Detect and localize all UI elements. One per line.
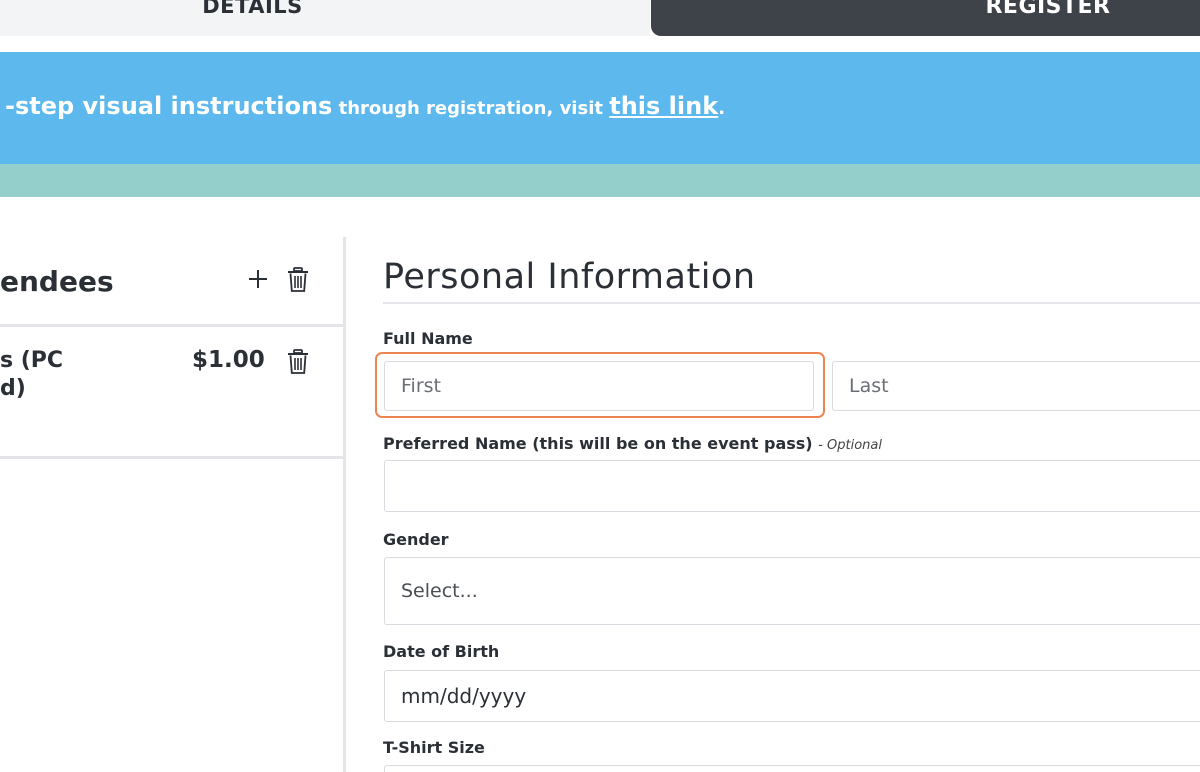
attendee-list-item[interactable]: s (PC d) $1.00: [0, 327, 346, 459]
attendees-title: endees: [0, 265, 114, 298]
date-of-birth-label: Date of Birth: [383, 642, 500, 661]
section-divider: [383, 302, 1200, 304]
banner-end-text: .: [718, 98, 726, 119]
section-title: Personal Information: [383, 257, 756, 297]
preferred-name-input[interactable]: [384, 460, 1200, 512]
attendees-panel: endees s (PC d) $1.00: [0, 237, 346, 772]
banner-text: -step visual instructions through regist…: [5, 92, 725, 120]
last-name-input[interactable]: [832, 361, 1200, 411]
tshirt-size-label: T-Shirt Size: [383, 738, 485, 757]
tab-bar: DETAILS REGISTER: [0, 0, 1200, 38]
preferred-name-label-text: Preferred Name (this will be on the even…: [383, 434, 813, 453]
registration-page: DETAILS REGISTER -step visual instructio…: [0, 0, 1200, 772]
optional-tag: - Optional: [818, 438, 882, 453]
gender-label: Gender: [383, 530, 449, 549]
instructions-link[interactable]: this link: [609, 92, 718, 120]
date-of-birth-input[interactable]: mm/dd/yyyy: [384, 670, 1200, 722]
instructions-banner: -step visual instructions through regist…: [0, 52, 1200, 164]
attendee-price: $1.00: [192, 347, 265, 373]
gender-select-value: Select...: [401, 580, 478, 602]
plus-icon[interactable]: [246, 267, 270, 291]
banner-mid-text: through registration, visit: [332, 98, 610, 119]
personal-information-form: Personal Information Full Name Preferred…: [375, 237, 1200, 772]
tab-details-label: DETAILS: [202, 0, 303, 18]
trash-icon[interactable]: [287, 349, 309, 375]
attendees-header: endees: [0, 237, 346, 327]
attendee-name: s (PC d): [0, 348, 64, 401]
banner-accent-strip: [0, 164, 1200, 197]
full-name-label: Full Name: [383, 329, 473, 348]
tab-register[interactable]: REGISTER: [651, 0, 1200, 36]
tshirt-size-select[interactable]: [384, 765, 1200, 772]
date-of-birth-value: mm/dd/yyyy: [401, 684, 527, 708]
tab-register-label: REGISTER: [985, 0, 1111, 19]
tab-details[interactable]: DETAILS: [0, 0, 650, 36]
first-name-input[interactable]: [384, 361, 814, 411]
trash-icon[interactable]: [287, 267, 309, 293]
gender-select[interactable]: Select...: [384, 557, 1200, 625]
preferred-name-label: Preferred Name (this will be on the even…: [383, 434, 882, 453]
banner-strong-text: -step visual instructions: [5, 92, 333, 120]
attendees-panel-body: [0, 459, 346, 772]
